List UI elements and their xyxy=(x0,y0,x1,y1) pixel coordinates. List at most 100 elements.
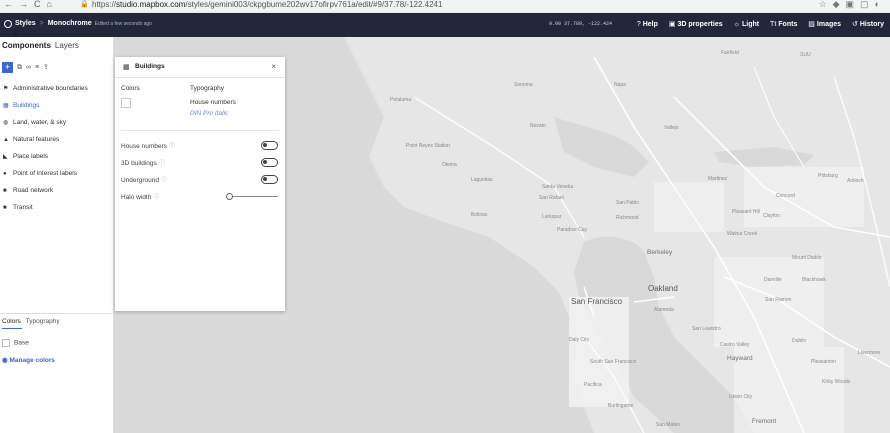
toggle-knob xyxy=(263,160,267,164)
colors-typography-panel: Colors Typography Base ◉ Manage colors xyxy=(0,313,114,364)
map-label: San Francisco xyxy=(571,297,623,306)
help-icon: ? xyxy=(636,21,641,28)
3d-buildings-toggle[interactable] xyxy=(261,158,278,167)
prop-underground: Underground ⓘ xyxy=(121,175,167,184)
building-icon: ▦ xyxy=(3,103,9,109)
map-label: Berkeley xyxy=(647,249,673,256)
info-icon[interactable]: ⓘ xyxy=(161,178,167,184)
cube-icon: ▣ xyxy=(668,21,676,28)
browser-nav-buttons[interactable]: ←→C⌂ xyxy=(4,0,58,9)
flag-icon: ⚑ xyxy=(3,86,9,92)
road-icon: ■ xyxy=(3,188,7,194)
base-color-swatch[interactable] xyxy=(2,339,10,347)
component-item-natural-features[interactable]: ▲ Natural features xyxy=(3,134,111,151)
component-item-land-water-sky[interactable]: ◍ Land, water, & sky xyxy=(3,117,111,134)
add-component-button[interactable]: + xyxy=(2,62,13,73)
map-label: San Ramon xyxy=(765,297,792,303)
mountain-icon: ▲ xyxy=(3,137,9,143)
prop-house-numbers: House numbers ⓘ xyxy=(121,141,175,150)
tab-layers[interactable]: Layers xyxy=(55,41,79,50)
studio-topbar: Styles > Monochrome Edited a few seconds ag… xyxy=(0,13,890,37)
place-icon: ◣ xyxy=(3,154,8,160)
map-label: SUU xyxy=(800,52,811,58)
map-label: Walnut Creek xyxy=(727,231,758,237)
map-label: Bolinas xyxy=(471,212,488,218)
map-label: Paradise Cay xyxy=(557,227,588,233)
map-label: Hayward xyxy=(727,355,753,362)
map-label: Pleasant Hill xyxy=(732,209,760,215)
tab-typography[interactable]: Typography xyxy=(26,318,60,325)
images-button[interactable]: ▨ Images xyxy=(808,21,841,28)
tab-components[interactable]: Components xyxy=(2,41,51,50)
font-selector[interactable]: DIN Pro Italic xyxy=(190,110,228,117)
buildings-panel: ▦ Buildings × Colors Typography House nu… xyxy=(115,57,285,311)
halo-width-slider[interactable] xyxy=(226,193,278,200)
map-label: Larkspur xyxy=(542,214,562,220)
component-label: Natural features xyxy=(13,136,60,143)
map-label: Novato xyxy=(530,123,546,129)
close-icon[interactable]: × xyxy=(271,62,276,71)
map-label: Livermore xyxy=(858,350,881,356)
building-color-swatch[interactable] xyxy=(121,98,131,108)
prop-halo-width: Halo width ⓘ xyxy=(121,192,159,201)
edited-status: Edited a few seconds ago xyxy=(94,21,152,27)
tab-colors[interactable]: Colors xyxy=(2,318,21,325)
bottom-tabs: Colors Typography xyxy=(2,318,60,329)
upload-icon[interactable]: ⇪ xyxy=(43,62,49,73)
map-label: Pleasanton xyxy=(811,359,837,365)
component-item-administrative-boundaries[interactable]: ⚑ Administrative boundaries xyxy=(3,83,111,100)
component-item-poi-labels[interactable]: ● Point of interest labels xyxy=(3,168,111,185)
divider xyxy=(121,130,279,131)
component-item-buildings[interactable]: ▦ Buildings xyxy=(3,100,111,117)
sidebar-tabs: Components Layers xyxy=(2,41,79,50)
info-icon[interactable]: ⓘ xyxy=(153,195,159,201)
map-label: Fremont xyxy=(752,418,777,425)
map-label: Petaluma xyxy=(390,97,412,103)
prop-label: House numbers xyxy=(121,143,167,150)
manage-colors-link[interactable]: ◉ Manage colors xyxy=(2,356,55,364)
map-coordinates: 9.00 37.780, -122.424 xyxy=(549,21,613,27)
map-label: San Leandro xyxy=(692,326,721,332)
component-label: Road network xyxy=(13,187,54,194)
base-color-row[interactable]: Base xyxy=(2,339,29,347)
copy-icon[interactable]: ⧉ xyxy=(17,62,22,73)
fonts-label: Fonts xyxy=(778,21,798,28)
image-icon: ▨ xyxy=(808,21,815,28)
underground-toggle[interactable] xyxy=(261,175,278,184)
style-name[interactable]: Monochrome xyxy=(48,20,92,27)
mapbox-logo-icon[interactable] xyxy=(4,20,12,28)
base-color-label: Base xyxy=(14,339,29,347)
component-item-place-labels[interactable]: ◣ Place labels xyxy=(3,151,111,168)
light-button[interactable]: ☼ Light xyxy=(734,21,760,28)
topbar-menu: ? Help ▣ 3D properties ☼ Light Tt Fonts ▨ Ima… xyxy=(628,20,884,28)
history-button[interactable]: ↺ History xyxy=(852,21,884,28)
slider-handle[interactable] xyxy=(226,193,233,200)
stack-icon[interactable]: ≡ xyxy=(35,62,39,73)
component-item-transit[interactable]: ■ Transit xyxy=(3,202,111,219)
map-label: Richmond xyxy=(616,215,639,221)
component-item-road-network[interactable]: ■ Road network xyxy=(3,185,111,202)
prop-label: Halo width xyxy=(121,194,152,201)
map-label: Antioch xyxy=(847,178,864,184)
info-icon[interactable]: ⓘ xyxy=(169,144,175,150)
help-button[interactable]: ? Help xyxy=(637,21,658,28)
extension-icons[interactable]: ☆◆▣▢◐ xyxy=(819,0,886,10)
sidebar-toolbar: + ⧉ ∞ ≡ ⇪ xyxy=(2,62,49,73)
link-icon[interactable]: ∞ xyxy=(26,62,31,73)
map-label: South San Francisco xyxy=(590,359,637,365)
fonts-button[interactable]: Tt Fonts xyxy=(770,21,797,28)
component-label: Buildings xyxy=(13,102,40,109)
address-bar[interactable]: https://studio.mapbox.com/styles/gemini0… xyxy=(92,0,442,9)
component-label: Point of interest labels xyxy=(13,170,77,177)
styles-link[interactable]: Styles xyxy=(15,20,36,27)
url-host: studio.mapbox.com xyxy=(116,0,186,9)
toggle-knob xyxy=(263,177,267,181)
help-label: Help xyxy=(642,21,658,28)
map-label: Clayton xyxy=(763,213,780,219)
component-label: Land, water, & sky xyxy=(13,119,67,126)
house-numbers-toggle[interactable] xyxy=(261,141,278,150)
3d-properties-button[interactable]: ▣ 3D properties xyxy=(669,21,723,28)
info-icon[interactable]: ⓘ xyxy=(159,161,165,167)
history-icon: ↺ xyxy=(852,21,858,28)
url-path: /styles/gemini003/ckpgbume202wv17ofirpv7… xyxy=(185,0,443,9)
